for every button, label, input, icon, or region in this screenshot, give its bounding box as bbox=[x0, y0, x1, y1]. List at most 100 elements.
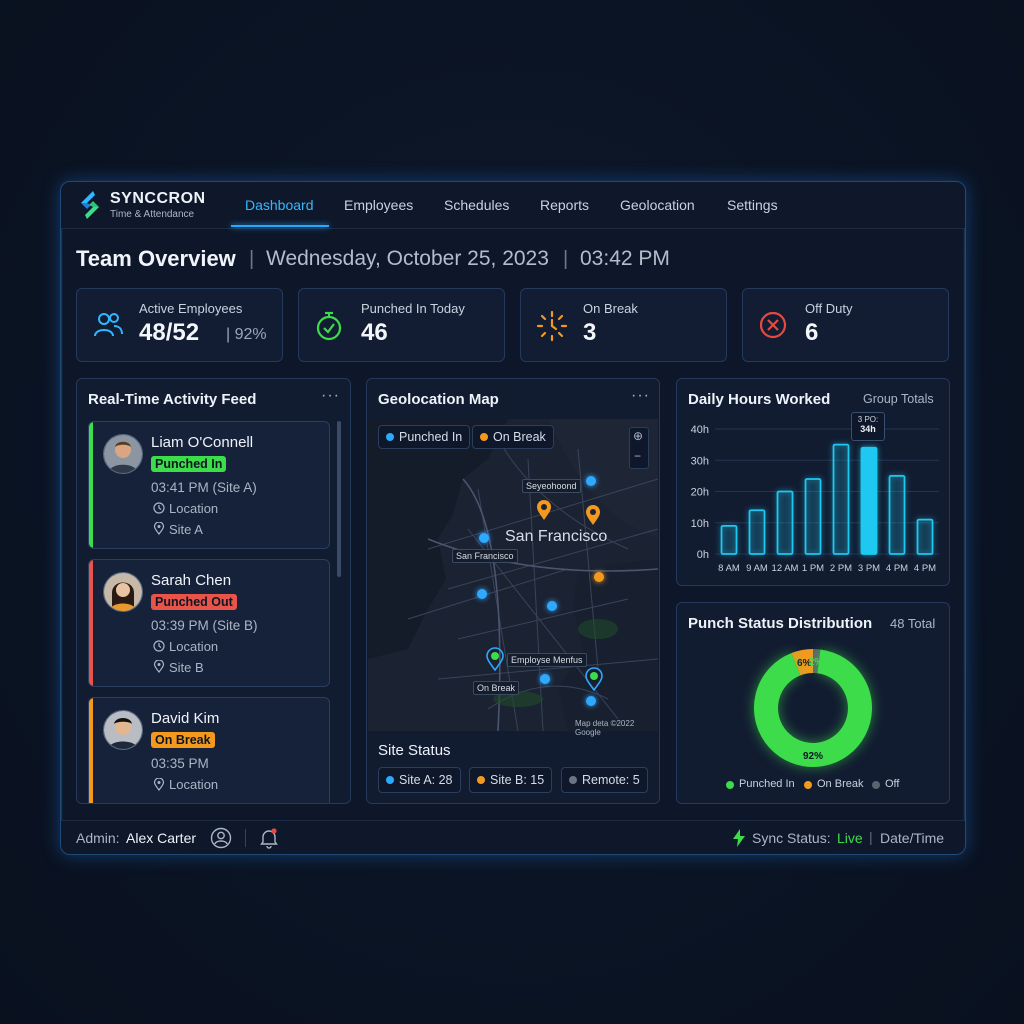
bar[interactable] bbox=[888, 474, 906, 555]
geolocation-panel: Geolocation Map ··· Punched In On Break … bbox=[366, 378, 660, 804]
notification-bell-icon[interactable] bbox=[259, 827, 279, 849]
status-badge: Punched Out bbox=[151, 594, 237, 610]
bar[interactable] bbox=[832, 443, 850, 555]
stat-value: 46 bbox=[361, 319, 388, 346]
stat-active-employees[interactable]: Active Employees 48/52 | 92% bbox=[76, 288, 283, 362]
stat-percentage: | 92% bbox=[226, 326, 267, 343]
clock-icon bbox=[153, 640, 165, 652]
admin-label: Admin: bbox=[76, 830, 120, 846]
map-pin-icon[interactable] bbox=[585, 667, 603, 691]
stat-label: On Break bbox=[583, 301, 638, 316]
tooltip-line: 3 PO: bbox=[857, 415, 879, 424]
activity-feed-panel: Real-Time Activity Feed ··· Liam O'Conne… bbox=[76, 378, 351, 804]
tab-employees[interactable]: Employees bbox=[344, 197, 413, 213]
employee-name: David Kim bbox=[151, 710, 220, 727]
marker-punched-in[interactable] bbox=[547, 601, 557, 611]
bar[interactable] bbox=[776, 490, 794, 555]
footer-datetime[interactable]: Date/Time bbox=[880, 830, 944, 846]
slice-label: 92% bbox=[803, 751, 823, 762]
admin-name: Alex Carter bbox=[126, 830, 197, 846]
map-city-label: San Francisco bbox=[505, 528, 608, 545]
map-label: Employse Menfus bbox=[507, 653, 587, 667]
site-a-status[interactable]: Site A: 28 bbox=[378, 767, 461, 793]
status-badge: Punched In bbox=[151, 456, 227, 472]
legend-label: Punched In bbox=[399, 430, 463, 444]
stat-off-duty[interactable]: Off Duty 6 bbox=[742, 288, 949, 362]
map-pin-icon[interactable] bbox=[585, 504, 601, 526]
marker-punched-in[interactable] bbox=[477, 589, 487, 599]
legend-on-break[interactable]: On Break bbox=[472, 425, 554, 449]
users-icon bbox=[94, 313, 123, 337]
location-label: Location bbox=[169, 501, 219, 516]
tab-dashboard[interactable]: Dashboard bbox=[245, 197, 314, 213]
tooltip-value: 34h bbox=[860, 424, 876, 434]
x-tick-label: 4 PM bbox=[914, 563, 936, 574]
stopwatch-icon bbox=[316, 311, 342, 341]
y-tick-label: 20h bbox=[691, 487, 709, 499]
marker-on-break[interactable] bbox=[594, 572, 604, 582]
tab-reports[interactable]: Reports bbox=[540, 197, 589, 213]
employee-name: Sarah Chen bbox=[151, 572, 232, 589]
lightning-icon bbox=[733, 829, 745, 847]
x-tick-label: 3 PM bbox=[858, 563, 880, 574]
break-clock-icon bbox=[536, 310, 568, 342]
more-options-icon[interactable]: ··· bbox=[321, 387, 340, 405]
activity-item[interactable]: Liam O'Connell Punched In 03:41 PM (Site… bbox=[88, 421, 330, 549]
marker-punched-in[interactable] bbox=[540, 674, 550, 684]
stat-label: Punched In Today bbox=[361, 301, 465, 316]
more-options-icon[interactable]: ··· bbox=[631, 387, 650, 405]
legend-punched-in[interactable]: Punched In bbox=[378, 425, 471, 449]
marker-punched-in[interactable] bbox=[586, 476, 596, 486]
location-label: Location bbox=[169, 639, 219, 654]
stat-value: 3 bbox=[583, 319, 597, 346]
activity-time: 03:41 PM (Site A) bbox=[151, 480, 257, 495]
tab-schedules[interactable]: Schedules bbox=[444, 197, 509, 213]
stat-punched-in-today[interactable]: Punched In Today 46 bbox=[298, 288, 505, 362]
bar[interactable] bbox=[748, 509, 766, 555]
activity-item[interactable]: Sarah Chen Punched Out 03:39 PM (Site B)… bbox=[88, 559, 330, 687]
legend-dot bbox=[386, 433, 394, 441]
zoom-out-icon[interactable]: − bbox=[634, 449, 641, 463]
tab-settings[interactable]: Settings bbox=[727, 197, 778, 213]
brand-name: SYNCCRON bbox=[110, 190, 206, 207]
punch-status-panel: Punch Status Distribution 48 Total 6% 2% 9… bbox=[676, 602, 950, 804]
zoom-controls: ⊕ − bbox=[629, 427, 649, 469]
daily-hours-chart: 0h 10h 20h 30h 40h 8 AM 9 AM 12 AM 1 PM 2 PM 3 PM 4… bbox=[691, 424, 939, 574]
y-tick-label: 10h bbox=[691, 518, 709, 530]
remote-status[interactable]: Remote: 5 bbox=[561, 767, 648, 793]
site-b-status[interactable]: Site B: 15 bbox=[469, 767, 553, 793]
marker-punched-in[interactable] bbox=[479, 533, 489, 543]
donut-slice[interactable] bbox=[754, 649, 872, 767]
active-tab-indicator bbox=[231, 225, 329, 227]
map-pin-icon[interactable] bbox=[536, 499, 552, 521]
stat-on-break[interactable]: On Break 3 bbox=[520, 288, 727, 362]
y-tick-label: 0h bbox=[697, 549, 709, 561]
zoom-in-icon[interactable]: ⊕ bbox=[633, 429, 643, 443]
bar[interactable] bbox=[916, 518, 934, 555]
feed-scrollbar[interactable] bbox=[337, 421, 341, 577]
bar[interactable] bbox=[804, 478, 822, 555]
daily-hours-panel: Daily Hours Worked Group Totals 0h 10h 20h… bbox=[676, 378, 950, 586]
legend-dot bbox=[726, 781, 734, 789]
bar[interactable] bbox=[720, 524, 738, 555]
x-tick-label: 1 PM bbox=[802, 563, 824, 574]
map-pin-icon[interactable] bbox=[486, 647, 504, 671]
tab-geolocation[interactable]: Geolocation bbox=[620, 197, 695, 213]
marker-punched-in[interactable] bbox=[586, 696, 596, 706]
app-window: SYNCCRON Time & Attendance Dashboard Emp… bbox=[60, 181, 966, 855]
activity-item[interactable]: David Kim On Break 03:35 PM Location bbox=[88, 697, 330, 803]
header-separator: | bbox=[249, 248, 255, 270]
user-profile-icon[interactable] bbox=[210, 827, 232, 849]
chart-tooltip: 3 PO: 34h bbox=[851, 412, 885, 441]
header-date: Wednesday, October 25, 2023 bbox=[266, 247, 549, 270]
bar[interactable] bbox=[860, 446, 878, 555]
site-label: Site B bbox=[169, 660, 204, 675]
status-badge: On Break bbox=[151, 732, 215, 748]
sync-status-value: Live bbox=[837, 830, 863, 846]
x-tick-label: 4 PM bbox=[886, 563, 908, 574]
header-time: 03:42 PM bbox=[580, 247, 670, 270]
x-tick-label: 2 PM bbox=[830, 563, 852, 574]
legend-dot bbox=[804, 781, 812, 789]
sync-status-label: Sync Status: bbox=[752, 830, 831, 846]
legend-label: On Break bbox=[493, 430, 546, 444]
